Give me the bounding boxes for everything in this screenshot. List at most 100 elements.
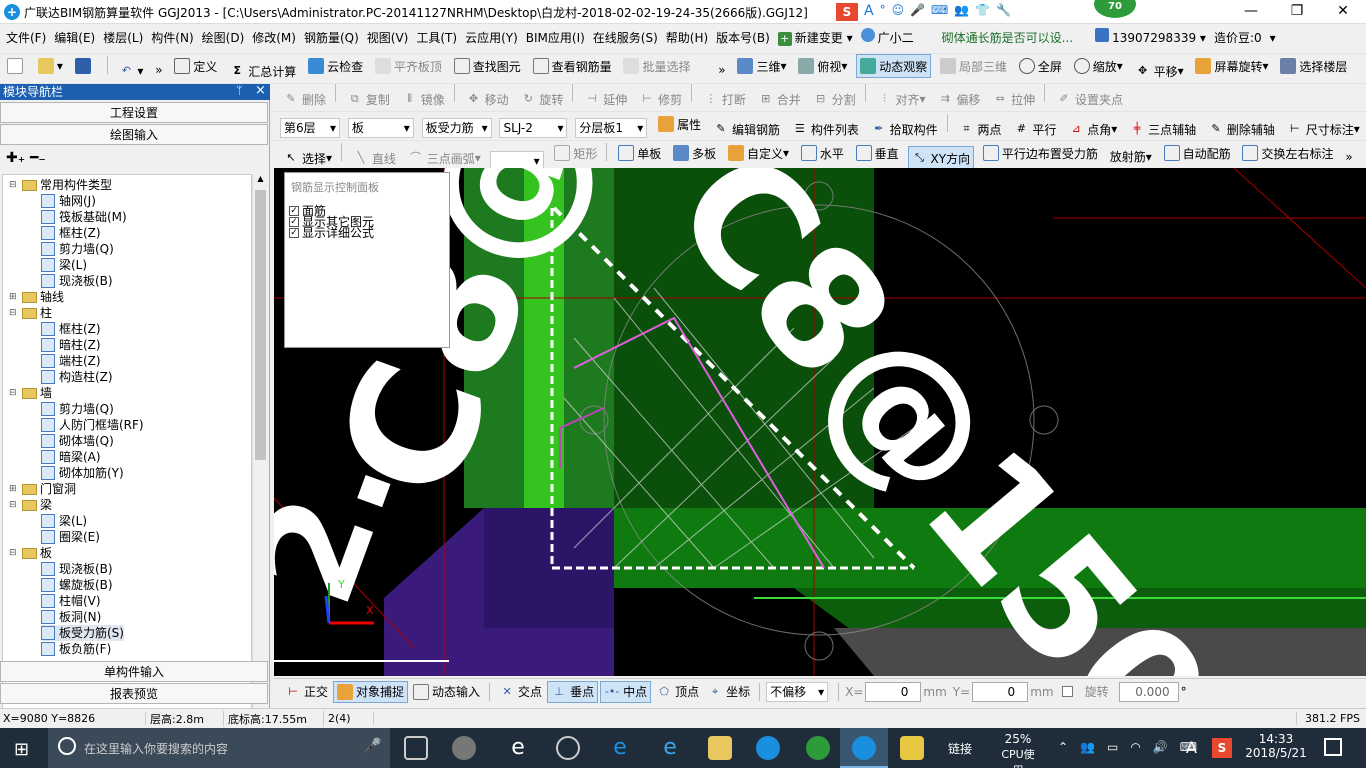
more-icon[interactable]: » [152, 58, 165, 81]
menu-file[interactable]: 文件(F) [2, 26, 50, 50]
menu-view[interactable]: 视图(V) [363, 26, 413, 50]
multi-slab-button[interactable]: 多板 [670, 141, 719, 165]
task-view-icon[interactable] [404, 736, 428, 760]
vertical-button[interactable]: 垂直 [853, 141, 902, 165]
menu-bim[interactable]: BIM应用(I) [522, 26, 589, 50]
report-preview-button[interactable]: 报表预览 [0, 683, 268, 704]
auto-rebar-button[interactable]: 自动配筋 [1161, 141, 1234, 165]
tree-item[interactable]: 框柱(Z) [41, 225, 101, 241]
tree-item[interactable]: 暗梁(A) [41, 449, 101, 465]
tree-folder[interactable]: ⊞ 门窗洞 [9, 481, 76, 497]
tree-item[interactable]: 构造柱(Z) [41, 369, 113, 385]
view-rebar-button[interactable]: 查看钢筋量 [530, 54, 615, 78]
delete-axis-button[interactable]: ✎ 删除辅轴 [1205, 117, 1278, 139]
find-element-button[interactable]: 查找图元 [451, 54, 524, 78]
pick-component-button[interactable]: ✒ 拾取构件 [868, 117, 941, 139]
x-input[interactable]: 0 [865, 681, 922, 702]
new-file-button[interactable] [4, 54, 29, 78]
more-icon[interactable]: » [715, 58, 728, 81]
rotate-button[interactable]: ↻ 旋转 [517, 87, 566, 111]
tree-item[interactable]: 轴网(J) [41, 193, 96, 209]
snap-midpoint-button[interactable]: -•- 中点 [600, 680, 652, 703]
tree-item[interactable]: 圈梁(E) [41, 529, 100, 545]
flush-top-button[interactable]: 平齐板顶 [372, 54, 445, 78]
extend-button[interactable]: ⊣ 延伸 [581, 87, 630, 111]
batch-select-button[interactable]: 批量选择 [620, 54, 693, 78]
tree-item[interactable]: 砌体墙(Q) [41, 433, 114, 449]
move-button[interactable]: ✥ 移动 [463, 87, 512, 111]
subtype-select[interactable]: 板受力筋 ▾ [421, 117, 492, 138]
merge-button[interactable]: ⊞ 合并 [755, 87, 804, 111]
menu-tools[interactable]: 工具(T) [412, 26, 461, 50]
copy-button[interactable]: ⧉ 复制 [344, 87, 393, 111]
sougou-tray-icon[interactable]: S [1212, 738, 1232, 758]
component-name-select[interactable]: SLJ-2 ▾ [499, 118, 568, 138]
select-floor-button[interactable]: 选择楼层 [1277, 54, 1350, 78]
type-select[interactable]: 板 ▾ [347, 117, 414, 138]
object-snap-button[interactable]: 对象捕捉 [333, 680, 409, 703]
define-button[interactable]: 定义 [171, 54, 220, 78]
expand-all-icon[interactable]: ✚₊ [6, 150, 25, 166]
tree-item[interactable]: 端柱(Z) [41, 353, 101, 369]
spiral-app-icon[interactable] [556, 736, 580, 760]
grip-button[interactable]: ✐ 设置夹点 [1053, 87, 1126, 111]
fullscreen-button[interactable]: 全屏 [1016, 54, 1065, 78]
offset-button[interactable]: ⇉ 偏移 [934, 87, 983, 111]
layer-select[interactable]: 分层板1 ▾ [575, 117, 648, 138]
menu-online[interactable]: 在线服务(S) [589, 26, 662, 50]
select-tool-button[interactable]: ↖ 选择 ▾ [280, 146, 335, 168]
mirror-button[interactable]: ⫴ 镜像 [399, 87, 448, 111]
checkbox-detailed-formula[interactable]: ✓ 显示详细公式 [289, 227, 374, 239]
ie-icon[interactable]: e [658, 736, 682, 760]
menu-assistant[interactable]: 广小二 [857, 26, 918, 50]
tree-item[interactable]: 板负筋(F) [41, 641, 111, 657]
edit-rebar-button[interactable]: ✎ 编辑钢筋 [710, 117, 783, 139]
ime-indicator[interactable]: A [1186, 738, 1197, 757]
browser-e-icon[interactable]: e [506, 736, 530, 760]
rotate-screen-button[interactable]: 屏幕旋转 ▾ [1192, 54, 1271, 78]
align-button[interactable]: ⫶ 对齐 ▾ [873, 87, 928, 111]
menu-version[interactable]: 版本号(B) [712, 26, 774, 50]
open-file-button[interactable]: ▾ [35, 54, 66, 78]
properties-button[interactable]: 属性 [655, 112, 704, 136]
tree-item[interactable]: 梁(L) [41, 513, 87, 529]
tree-scrollbar[interactable]: ▲ ▼ [252, 174, 268, 744]
tree-item[interactable]: 砌体加筋(Y) [41, 465, 124, 481]
collapse-all-icon[interactable]: ━₋ [30, 150, 46, 166]
y-input[interactable]: 0 [972, 681, 1029, 702]
component-list-button[interactable]: ☰ 构件列表 [789, 117, 862, 139]
close-button[interactable]: ✕ [1320, 0, 1366, 24]
point-angle-button[interactable]: ⊿ 点角 ▾ [1065, 117, 1120, 139]
line-tool-button[interactable]: ╲ 直线 [350, 146, 399, 168]
taskbar-search-box[interactable]: 在这里输入你要搜索的内容 🎤 [48, 728, 390, 768]
project-settings-button[interactable]: 工程设置 [0, 102, 268, 123]
delete-button[interactable]: ✎ 删除 [280, 87, 329, 111]
trim-button[interactable]: ⊢ 修剪 [636, 87, 685, 111]
edge-icon[interactable]: e [608, 736, 632, 760]
tree-item[interactable]: 螺旋板(B) [41, 577, 113, 593]
restore-button[interactable]: ❐ [1274, 0, 1320, 24]
arc-mode-select[interactable]: ▾ [489, 151, 544, 168]
rotate-input[interactable]: 0.000 [1118, 681, 1179, 702]
save-button[interactable] [72, 54, 97, 78]
menu-floor[interactable]: 楼层(L) [99, 26, 147, 50]
tree-item[interactable]: 剪力墙(Q) [41, 401, 114, 417]
taskbar-link-label[interactable]: 链接 [948, 740, 972, 757]
tree-item[interactable]: 现浇板(B) [41, 273, 113, 289]
split-button[interactable]: ⊟ 分割 [810, 87, 859, 111]
tree-folder[interactable]: ⊞ 轴线 [9, 289, 64, 305]
ortho-button[interactable]: ⊢ 正交 [282, 681, 331, 703]
menu-beans[interactable]: 造价豆:0 [1210, 26, 1266, 50]
cloud-check-button[interactable]: 云检查 [305, 54, 366, 78]
panel-close-icon[interactable]: × [255, 83, 266, 98]
parallel-axis-button[interactable]: # 平行 [1010, 117, 1059, 139]
pin-icon[interactable]: ᛘ [236, 84, 243, 97]
tree-item[interactable]: 暗柱(Z) [41, 337, 101, 353]
menu-rebar[interactable]: 钢筋量(Q) [300, 26, 363, 50]
undo-button[interactable]: ↶ ▾ [115, 59, 146, 81]
break-button[interactable]: ⋮ 打断 [700, 87, 749, 111]
tree-item[interactable]: 人防门框墙(RF) [41, 417, 144, 433]
xy-direction-button[interactable]: ⤡ XY方向 [907, 146, 975, 168]
menu-new-change[interactable]: + 新建变更 ▾ [774, 26, 857, 50]
snap-coordinate-button[interactable]: ⌖ 坐标 [704, 681, 753, 703]
